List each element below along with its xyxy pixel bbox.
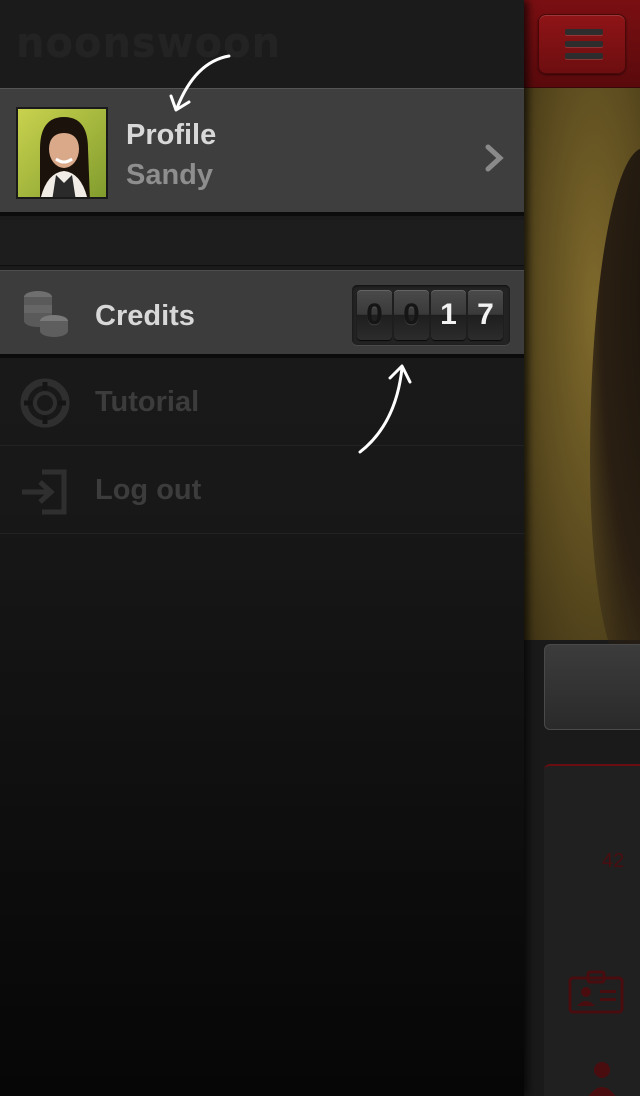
logo-bar: noonswoon	[0, 0, 524, 88]
credits-counter: 0 0 1 7	[352, 285, 510, 345]
percent-text: 42	[602, 850, 625, 872]
menu-toggle-button[interactable]	[538, 14, 626, 74]
menu-item-credits[interactable]: Credits 0 0 1 7	[0, 270, 524, 358]
app-logo: noonswoon	[16, 20, 282, 66]
section-divider	[0, 220, 524, 266]
counter-digit: 0	[394, 290, 429, 340]
id-card-icon[interactable]	[568, 970, 624, 1014]
logout-icon	[22, 469, 67, 515]
menu-item-label: Log out	[95, 474, 202, 506]
coins-icon	[24, 291, 68, 337]
menu-item-label: Credits	[95, 300, 195, 332]
counter-digit: 7	[468, 290, 503, 340]
counter-digit: 1	[431, 290, 466, 340]
match-photo[interactable]	[524, 88, 640, 668]
hamburger-icon	[565, 29, 603, 35]
main-content-peek: 42	[524, 0, 640, 1096]
profile-title: Profile	[126, 119, 217, 151]
menu-item-tutorial[interactable]: Tutorial	[0, 358, 524, 446]
annotation-arrow	[169, 54, 231, 112]
stats-card	[544, 764, 640, 1096]
menu-item-logout[interactable]: Log out	[0, 446, 524, 534]
profile-row[interactable]: Profile Sandy	[0, 88, 524, 216]
counter-digit: 0	[357, 290, 392, 340]
chevron-right-icon	[485, 144, 504, 172]
annotation-arrow	[358, 364, 412, 454]
profile-name: Sandy	[126, 159, 214, 191]
menu-item-label: Tutorial	[95, 386, 200, 418]
action-card[interactable]	[544, 644, 640, 730]
lifebuoy-icon	[20, 378, 70, 428]
avatar	[16, 107, 108, 199]
top-nav-bar	[524, 0, 640, 88]
side-menu: noonswoon Profile Sandy Credits 0 0 1 7 …	[0, 0, 524, 1096]
person-icon[interactable]	[584, 1060, 620, 1096]
